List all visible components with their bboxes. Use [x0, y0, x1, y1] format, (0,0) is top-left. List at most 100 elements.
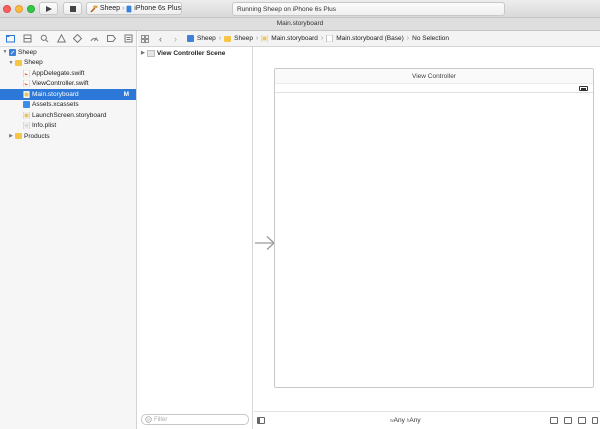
- breadcrumb-selection[interactable]: No Selection: [412, 35, 449, 42]
- width-class-value: Any: [393, 417, 405, 424]
- chevron-right-icon: ›: [218, 35, 222, 42]
- chevron-right-icon: ›: [122, 5, 125, 12]
- breadcrumb-base[interactable]: Main.storyboard (Base): [336, 35, 404, 42]
- stop-button[interactable]: [63, 2, 82, 15]
- editor-tab-bar: Main.storyboard: [0, 18, 600, 31]
- size-class-control[interactable]: wAny hAny: [390, 417, 421, 424]
- stop-icon: [69, 5, 76, 12]
- filter-icon: [145, 416, 152, 423]
- related-items-grid-icon[interactable]: [141, 34, 149, 43]
- chevron-right-icon: ›: [255, 35, 259, 42]
- folder-icon[interactable]: [6, 34, 15, 43]
- activity-status: Running Sheep on iPhone 6s Plus: [232, 2, 505, 16]
- swift-file-icon: [23, 69, 30, 77]
- document-outline: ▶ View Controller Scene Filter: [138, 47, 253, 429]
- xcode-project-icon: [9, 48, 16, 56]
- chevron-right-icon: ›: [320, 35, 324, 42]
- breadcrumb-group[interactable]: Sheep: [234, 35, 253, 42]
- close-window-button[interactable]: [3, 5, 11, 13]
- minimize-window-button[interactable]: [15, 5, 23, 13]
- disclosure-open-icon[interactable]: ▼: [8, 60, 14, 66]
- storyboard-file-icon: [23, 111, 30, 119]
- jump-bar: ‹ › Sheep › Sheep › Main.storyboard › Ma…: [138, 31, 600, 47]
- outline-filter-field[interactable]: Filter: [141, 414, 249, 425]
- disclosure-open-icon[interactable]: ▼: [2, 49, 8, 55]
- breakpoint-icon[interactable]: [107, 34, 117, 43]
- toggle-outline-icon[interactable]: [257, 417, 265, 424]
- folder-icon: [15, 133, 22, 140]
- navigator-selector-bar: [0, 31, 136, 47]
- forward-arrow-icon[interactable]: ›: [174, 34, 177, 44]
- height-class-value: Any: [409, 417, 421, 424]
- tree-label: LaunchScreen.storyboard: [32, 111, 107, 119]
- tree-label: Products: [24, 132, 50, 140]
- window-toolbar: Sheep › iPhone 6s Plus Running Sheep on …: [0, 0, 600, 18]
- tree-label: Sheep: [24, 59, 43, 67]
- report-icon[interactable]: [124, 34, 133, 43]
- tree-row-project[interactable]: ▼ Sheep: [0, 47, 136, 58]
- scene-title: View Controller: [275, 69, 593, 83]
- disclosure-closed-icon[interactable]: ▶: [141, 50, 145, 56]
- scm-modified-badge: M: [123, 90, 129, 98]
- status-text: Running Sheep on iPhone 6s Plus: [237, 5, 337, 13]
- canvas-bottom-bar: wAny hAny: [254, 411, 600, 429]
- filter-placeholder: Filter: [154, 416, 168, 423]
- initial-view-controller-arrow[interactable]: [254, 235, 276, 251]
- run-button[interactable]: [39, 2, 58, 15]
- tree-row-group[interactable]: ▶ Products: [0, 131, 136, 142]
- tree-row-file[interactable]: AppDelegate.swift: [0, 68, 136, 79]
- tree-row-file[interactable]: Assets.xcassets: [0, 100, 136, 111]
- align-icon[interactable]: [564, 417, 572, 424]
- storyboard-file-icon: [261, 35, 269, 42]
- tree-label: Sheep: [18, 48, 37, 56]
- tree-row-file-selected[interactable]: Main.storyboard M: [0, 89, 136, 100]
- outline-scene-label: View Controller Scene: [156, 49, 226, 57]
- outline-row-scene[interactable]: ▶ View Controller Scene: [138, 47, 252, 59]
- battery-icon: [579, 86, 588, 91]
- device-name: iPhone 6s Plus: [134, 5, 181, 12]
- iphone-icon: [126, 5, 132, 12]
- root-view[interactable]: [275, 92, 593, 388]
- storyboard-canvas[interactable]: View Controller: [254, 47, 600, 429]
- tree-row-file[interactable]: LaunchScreen.storyboard: [0, 110, 136, 121]
- disclosure-closed-icon[interactable]: ▶: [8, 133, 14, 139]
- xcode-project-icon: [187, 35, 194, 42]
- tree-label: Info.plist: [32, 122, 57, 130]
- zoom-window-button[interactable]: [27, 5, 35, 13]
- localization-file-icon: [326, 35, 333, 42]
- file-tree: ▼ Sheep ▼ Sheep AppDelegate.swift ViewCo…: [0, 47, 136, 142]
- search-icon[interactable]: [40, 34, 49, 43]
- pin-icon[interactable]: [578, 417, 586, 424]
- folder-icon: [15, 59, 22, 66]
- hammer-app-icon: [90, 5, 98, 12]
- simulated-status-bar: [275, 83, 593, 92]
- tree-row-group[interactable]: ▼ Sheep: [0, 58, 136, 69]
- tree-row-file[interactable]: Info.plist: [0, 121, 136, 132]
- tree-label: AppDelegate.swift: [32, 69, 85, 77]
- folder-icon: [224, 36, 232, 42]
- chevron-right-icon: ›: [406, 35, 410, 42]
- view-controller-scene[interactable]: View Controller: [274, 68, 594, 388]
- scene-icon: [147, 49, 155, 57]
- tree-label: Main.storyboard: [32, 90, 79, 98]
- swift-file-icon: [23, 80, 30, 88]
- tree-label: ViewController.swift: [32, 80, 89, 88]
- tree-row-file[interactable]: ViewController.swift: [0, 79, 136, 90]
- breadcrumb-project[interactable]: Sheep: [197, 35, 216, 42]
- resolve-issues-icon[interactable]: [592, 417, 598, 424]
- symbol-navigator-icon[interactable]: [23, 34, 32, 43]
- scheme-selector[interactable]: Sheep › iPhone 6s Plus: [86, 2, 182, 15]
- debug-gauge-icon[interactable]: [90, 34, 99, 43]
- storyboard-file-icon: [23, 90, 30, 98]
- scheme-name: Sheep: [99, 5, 121, 12]
- stack-view-icon[interactable]: [550, 417, 558, 424]
- asset-catalog-icon: [23, 101, 30, 109]
- test-diamond-icon[interactable]: [73, 34, 83, 43]
- tree-label: Assets.xcassets: [32, 101, 79, 109]
- issue-warning-icon[interactable]: [56, 34, 66, 43]
- breadcrumb-file[interactable]: Main.storyboard: [271, 35, 318, 42]
- back-arrow-icon[interactable]: ‹: [159, 34, 162, 44]
- play-icon: [46, 5, 52, 12]
- plist-file-icon: [23, 122, 30, 130]
- tab-main-storyboard[interactable]: Main.storyboard: [277, 20, 324, 27]
